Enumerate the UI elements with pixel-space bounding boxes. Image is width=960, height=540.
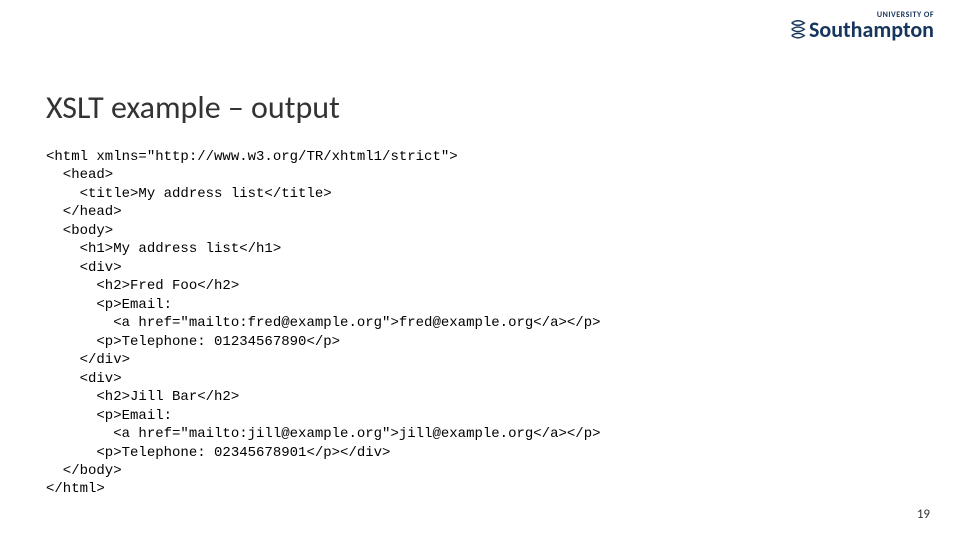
logo-main-text: Southampton [809, 20, 934, 41]
slide-title: XSLT example – output [46, 88, 340, 127]
slide: UNIVERSITY OF Southampton XSLT example –… [0, 0, 960, 540]
logo: UNIVERSITY OF Southampton [789, 10, 934, 48]
code-block: <html xmlns="http://www.w3.org/TR/xhtml1… [46, 148, 601, 499]
knot-icon [789, 20, 807, 48]
page-number: 19 [917, 507, 930, 522]
logo-main: Southampton [789, 20, 934, 48]
